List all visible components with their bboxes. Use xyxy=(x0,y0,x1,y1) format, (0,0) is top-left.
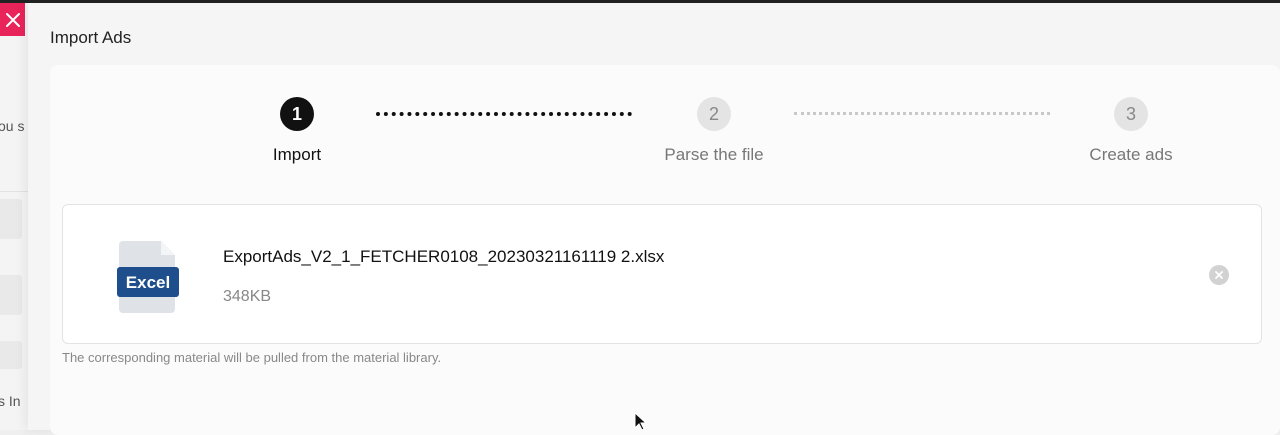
step-2-indicator: 2 xyxy=(697,97,731,131)
excel-file-icon: Excel xyxy=(117,241,179,313)
step-3-number: 3 xyxy=(1125,103,1136,124)
step-connector-1 xyxy=(376,112,632,116)
step-1-label: Import xyxy=(272,145,322,164)
file-name: ExportAds_V2_1_FETCHER0108_2023032116111… xyxy=(223,247,665,266)
step-connector-2 xyxy=(794,112,1050,115)
step-2-label: Parse the file xyxy=(664,145,764,164)
step-1-indicator: 1 xyxy=(280,97,314,131)
drawer-title: Import Ads xyxy=(50,28,132,47)
file-size: 348KB xyxy=(223,288,272,305)
background-block xyxy=(0,275,22,315)
mouse-cursor-icon xyxy=(634,412,648,431)
material-hint-text: The corresponding material will be pulle… xyxy=(62,350,442,365)
step-3-label: Create ads xyxy=(1089,145,1173,164)
background-block xyxy=(0,199,22,239)
background-page: ou s s In xyxy=(0,3,28,430)
close-icon xyxy=(1215,271,1223,279)
step-3-indicator: 3 xyxy=(1114,97,1148,131)
uploaded-file-card: Excel ExportAds_V2_1_FETCHER0108_2023032… xyxy=(62,204,1262,344)
background-text-bottom: s In xyxy=(0,393,21,409)
background-divider xyxy=(0,191,28,192)
close-icon xyxy=(5,12,20,27)
step-1-number: 1 xyxy=(291,103,302,124)
excel-badge-label: Excel xyxy=(126,273,170,292)
background-block xyxy=(0,341,22,369)
close-button[interactable] xyxy=(0,3,25,36)
remove-file-button[interactable] xyxy=(1209,265,1229,285)
step-2-number: 2 xyxy=(708,103,719,124)
background-text-top: ou s xyxy=(0,118,25,134)
